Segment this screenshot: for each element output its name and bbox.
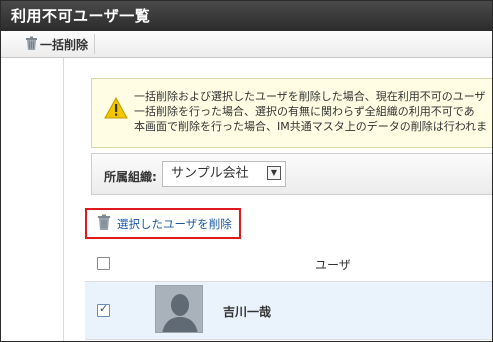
notice-box: 一括削除および選択したユーザを削除した場合、現在利用不可のユーザ 一括削除を行っ… [91, 78, 492, 148]
window-title: 利用不可ユーザ一覧 [1, 1, 492, 31]
bulk-delete-button[interactable]: 一括削除 [13, 34, 96, 54]
delete-selected-users-action[interactable]: 選択したユーザを削除 [85, 208, 241, 239]
select-all-checkbox[interactable] [97, 257, 110, 270]
organization-select-value: サンプル会社 [171, 166, 249, 181]
delete-selected-users-link[interactable]: 選択したユーザを削除 [117, 216, 232, 232]
user-name: 吉川一哉 [223, 305, 272, 319]
toolbar: 一括削除 [1, 31, 492, 58]
dropdown-arrow-icon[interactable]: ▼ [267, 166, 281, 180]
avatar [155, 285, 203, 333]
warning-icon [104, 96, 128, 122]
column-header-user: ユーザ [315, 258, 351, 272]
bulk-delete-label: 一括削除 [40, 37, 89, 52]
main-content: 一括削除および選択したユーザを削除した場合、現在利用不可のユーザ 一括削除を行っ… [1, 58, 492, 341]
notice-line: 本画面で削除を行った場合、IM共通マスタ上のデータの削除は行われま [134, 120, 488, 133]
trash-icon [25, 36, 38, 53]
sidebar-divider [63, 58, 64, 341]
table-header: ユーザ [85, 246, 492, 282]
row-checkbox[interactable] [97, 302, 110, 317]
app-window: 利用不可ユーザ一覧 一括削除 一括削除および選択したユーザを削除した場合、現在利… [0, 0, 493, 342]
notice-text: 一括削除および選択したユーザを削除した場合、現在利用不可のユーザ 一括削除を行っ… [134, 89, 487, 134]
notice-line: 一括削除および選択したユーザを削除した場合、現在利用不可のユーザ [134, 90, 486, 103]
table-row[interactable]: 吉川一哉 [85, 282, 492, 340]
trash-icon [97, 214, 111, 233]
filter-bar: 所属組織: サンプル会社 ▼ [91, 153, 492, 195]
organization-label: 所属組織: [104, 170, 157, 184]
organization-select[interactable]: サンプル会社 ▼ [162, 161, 286, 187]
notice-line: 一括削除を行った場合、選択の有無に関わらず全組織の利用不可であ [134, 105, 475, 118]
